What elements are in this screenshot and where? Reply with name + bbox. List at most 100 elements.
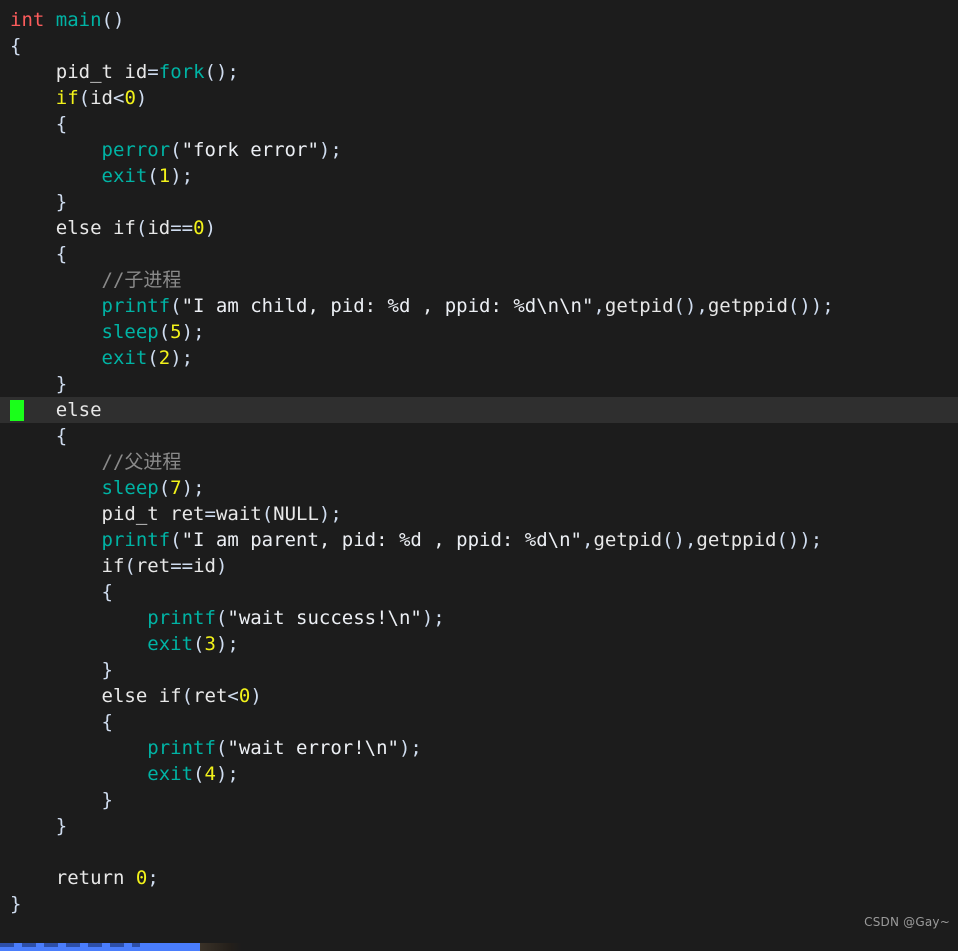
code-token: printf <box>101 295 171 317</box>
code-line[interactable]: //子进程 <box>0 267 958 293</box>
code-token: ( <box>124 555 136 577</box>
code-line[interactable]: { <box>0 111 958 137</box>
code-line[interactable]: pid_t id=fork(); <box>0 59 958 85</box>
code-token: ); <box>318 503 342 525</box>
code-token: if <box>158 685 182 707</box>
code-line[interactable]: perror("fork error"); <box>0 137 958 163</box>
code-token: = <box>204 503 216 525</box>
code-token: return <box>55 867 125 889</box>
code-token: getpid <box>604 295 674 317</box>
code-line[interactable]: exit(2); <box>0 345 958 371</box>
code-token: ( <box>135 217 148 239</box>
code-line-current[interactable]: else <box>0 397 958 423</box>
code-token: 7 <box>170 477 182 499</box>
text-cursor <box>10 400 24 421</box>
code-token: ); <box>215 633 239 655</box>
code-token: ); <box>181 477 205 499</box>
code-line[interactable]: sleep(7); <box>0 475 958 501</box>
code-line[interactable]: exit(4); <box>0 761 958 787</box>
code-token: { <box>10 35 22 57</box>
code-token: < <box>113 87 125 109</box>
code-token: ( <box>261 503 274 525</box>
code-token: } <box>101 659 113 681</box>
code-line[interactable]: //父进程 <box>0 449 958 475</box>
code-token: printf <box>101 529 171 551</box>
code-token: 0 <box>193 217 205 239</box>
code-line[interactable]: exit(3); <box>0 631 958 657</box>
csdn-watermark: CSDN @Gay~ <box>864 915 950 929</box>
code-token: ( <box>193 763 205 785</box>
code-line[interactable]: else if(id==0) <box>0 215 958 241</box>
code-token: { <box>101 581 113 603</box>
code-line[interactable]: } <box>0 813 958 839</box>
code-line[interactable]: { <box>0 579 958 605</box>
code-token: else <box>101 685 148 707</box>
code-line[interactable]: printf("wait success!\n"); <box>0 605 958 631</box>
code-line[interactable] <box>0 839 958 865</box>
code-line[interactable]: printf("wait error!\n"); <box>0 735 958 761</box>
code-line[interactable]: return 0; <box>0 865 958 891</box>
code-line[interactable]: int main() <box>0 7 958 33</box>
code-line[interactable]: if(ret==id) <box>0 553 958 579</box>
code-token: pid_t <box>55 61 113 83</box>
code-line[interactable]: sleep(5); <box>0 319 958 345</box>
code-token: ( <box>78 87 91 109</box>
code-token: main <box>55 9 102 31</box>
code-line[interactable]: if(id<0) <box>0 85 958 111</box>
code-token: = <box>147 61 159 83</box>
code-line[interactable]: } <box>0 891 958 917</box>
code-token: 5 <box>170 321 182 343</box>
code-token: ); <box>318 139 342 161</box>
code-line[interactable]: { <box>0 423 958 449</box>
code-token: "I am child, pid: %d , ppid: %d\n\n" <box>181 295 594 317</box>
code-token: //父进程 <box>101 451 182 473</box>
code-line[interactable]: printf("I am child, pid: %d , ppid: %d\n… <box>0 293 958 319</box>
code-token: 0 <box>135 867 148 889</box>
code-line[interactable]: { <box>0 709 958 735</box>
code-token: //子进程 <box>101 269 182 291</box>
code-text-area[interactable]: int main(){ pid_t id=fork(); if(id<0) { … <box>0 0 958 917</box>
code-token: { <box>55 243 68 265</box>
code-line[interactable]: exit(1); <box>0 163 958 189</box>
code-token: ( <box>215 607 228 629</box>
code-token: sleep <box>101 477 159 499</box>
code-token: 4 <box>204 763 216 785</box>
code-token: == <box>170 555 194 577</box>
code-line[interactable]: pid_t ret=wait(NULL); <box>0 501 958 527</box>
code-line[interactable]: { <box>0 33 958 59</box>
code-token: ( <box>170 529 182 551</box>
code-token: getppid <box>696 529 777 551</box>
code-line[interactable]: } <box>0 787 958 813</box>
code-token: id <box>193 555 216 577</box>
code-line[interactable]: } <box>0 371 958 397</box>
code-token: ) <box>215 555 228 577</box>
code-line[interactable]: { <box>0 241 958 267</box>
code-line[interactable]: } <box>0 657 958 683</box>
code-token: ) <box>204 217 217 239</box>
code-token: ); <box>421 607 445 629</box>
code-token: 3 <box>204 633 216 655</box>
code-token: , <box>593 295 605 317</box>
code-line[interactable]: printf("I am parent, pid: %d , ppid: %d\… <box>0 527 958 553</box>
code-token: ( <box>158 477 171 499</box>
code-line[interactable]: else if(ret<0) <box>0 683 958 709</box>
code-token: } <box>55 815 68 837</box>
code-token: sleep <box>101 321 159 343</box>
code-token: (), <box>673 295 708 317</box>
code-token: NULL <box>273 503 319 525</box>
code-token: else <box>55 399 102 421</box>
code-line[interactable]: } <box>0 189 958 215</box>
